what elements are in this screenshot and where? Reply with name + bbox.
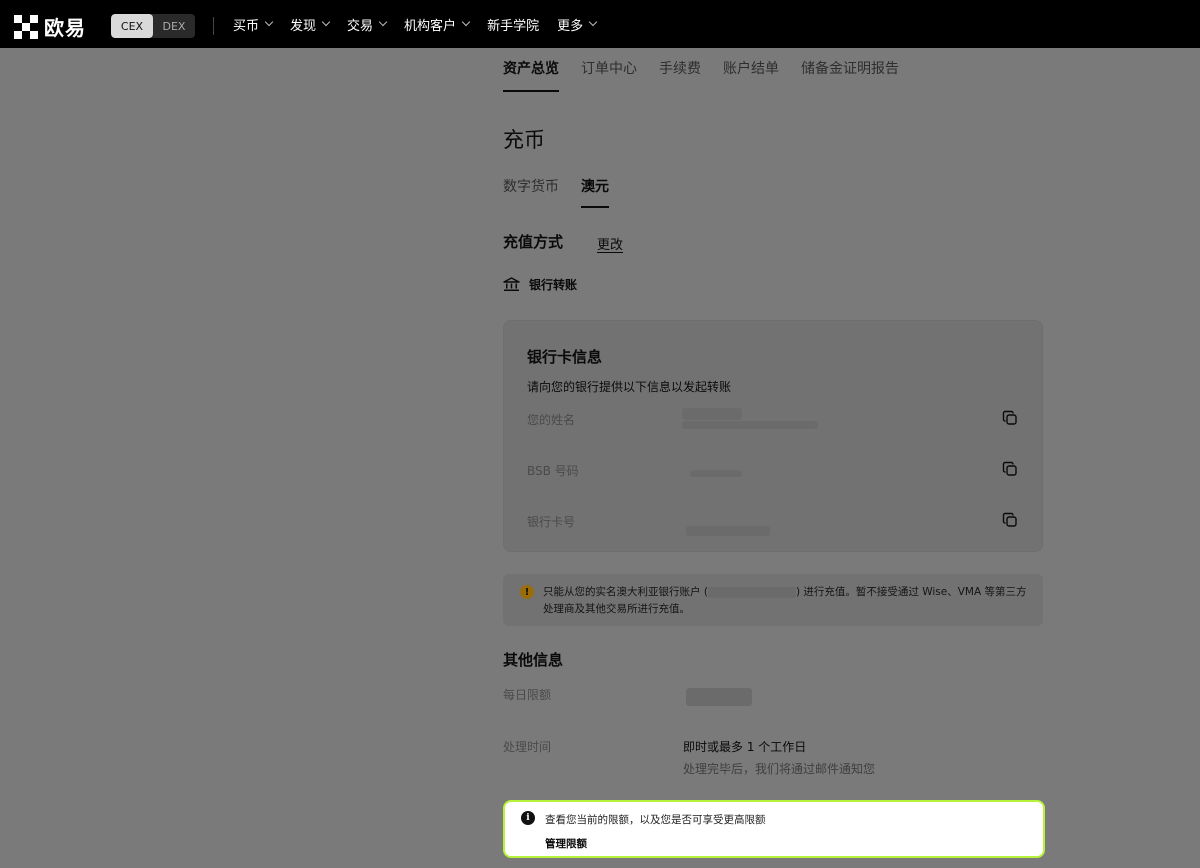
- chevron-down-icon: [321, 17, 331, 27]
- redacted-name: [707, 586, 796, 598]
- tab-fees[interactable]: 手续费: [659, 58, 701, 92]
- cex-dex-switch: CEX DEX: [111, 14, 195, 38]
- selected-method: 银行转账: [503, 276, 577, 293]
- main-nav: 买币 发现 交易 机构客户 新手学院 更多: [233, 0, 598, 48]
- account-name-value-line2: [682, 421, 818, 429]
- manage-limits-link[interactable]: 管理限额: [545, 836, 587, 851]
- change-method-link[interactable]: 更改: [597, 234, 623, 253]
- deposit-method-label: 充值方式: [503, 233, 564, 251]
- daily-limit-label: 每日限额: [503, 688, 552, 702]
- bsb-value: [690, 470, 742, 477]
- info-icon: i: [521, 811, 535, 825]
- processing-time-value: 即时或最多 1 个工作日: [683, 740, 807, 754]
- bank-icon: [503, 277, 520, 291]
- nav-item-institutional[interactable]: 机构客户: [404, 15, 471, 34]
- other-info-title: 其他信息: [503, 651, 564, 669]
- deposit-warning: ! 只能从您的实名澳大利亚银行账户 () 进行充值。暂不接受通过 Wise、VM…: [503, 574, 1043, 626]
- chevron-down-icon: [588, 17, 598, 27]
- tab-orders[interactable]: 订单中心: [581, 58, 637, 92]
- copy-icon[interactable]: [1002, 461, 1018, 477]
- bank-card-info: 银行卡信息 请向您的银行提供以下信息以发起转账 您的姓名 BSB 号码 银行卡号: [503, 320, 1043, 552]
- card-number-value: [686, 526, 770, 536]
- deposit-type-tabs: 数字货币 澳元: [503, 176, 609, 208]
- nav-item-discover[interactable]: 发现: [290, 15, 331, 34]
- copy-icon[interactable]: [1002, 410, 1018, 426]
- chevron-down-icon: [378, 17, 388, 27]
- bsb-label: BSB 号码: [527, 464, 579, 478]
- bank-card-subtitle: 请向您的银行提供以下信息以发起转账: [527, 380, 732, 394]
- dex-toggle[interactable]: DEX: [153, 14, 195, 38]
- copy-icon[interactable]: [1002, 512, 1018, 528]
- processing-time-note: 处理完毕后，我们将通过邮件通知您: [683, 762, 876, 776]
- nav-item-trade[interactable]: 交易: [347, 15, 388, 34]
- page-title: 充币: [503, 128, 545, 152]
- nav-divider: [213, 17, 214, 35]
- nav-item-more[interactable]: 更多: [557, 15, 598, 34]
- tab-overview[interactable]: 资产总览: [503, 58, 559, 92]
- bank-card-title: 银行卡信息: [527, 348, 603, 366]
- tab-proof-of-reserves[interactable]: 储备金证明报告: [801, 58, 899, 92]
- daily-limit-value: [686, 688, 752, 706]
- brand-name: 欧易: [44, 16, 86, 40]
- chevron-down-icon: [461, 17, 471, 27]
- card-number-label: 银行卡号: [527, 515, 576, 529]
- selected-method-label: 银行转账: [529, 278, 578, 292]
- account-name-value: [682, 408, 742, 420]
- tab-statements[interactable]: 账户结单: [723, 58, 779, 92]
- nav-item-buy[interactable]: 买币: [233, 15, 274, 34]
- top-navbar: 欧易 CEX DEX 买币 发现 交易 机构客户 新手学院 更多: [0, 0, 1200, 48]
- limit-notice: i 查看您当前的限额，以及您是否可享受更高限额 管理限额: [503, 800, 1045, 858]
- tab-aud[interactable]: 澳元: [581, 176, 609, 208]
- asset-tabs: 资产总览 订单中心 手续费 账户结单 储备金证明报告: [503, 58, 899, 92]
- okx-logo-icon: [14, 14, 38, 39]
- nav-item-academy[interactable]: 新手学院: [487, 15, 539, 34]
- warning-icon: !: [520, 585, 534, 599]
- warning-text: 只能从您的实名澳大利亚银行账户 () 进行充值。暂不接受通过 Wise、VMA …: [543, 586, 1027, 615]
- cex-toggle[interactable]: CEX: [111, 14, 153, 38]
- brand-logo[interactable]: 欧易: [14, 12, 86, 41]
- limit-notice-text: 查看您当前的限额，以及您是否可享受更高限额: [545, 814, 766, 826]
- processing-time-label: 处理时间: [503, 740, 552, 754]
- chevron-down-icon: [264, 17, 274, 27]
- account-name-label: 您的姓名: [527, 413, 576, 427]
- tab-crypto[interactable]: 数字货币: [503, 176, 559, 208]
